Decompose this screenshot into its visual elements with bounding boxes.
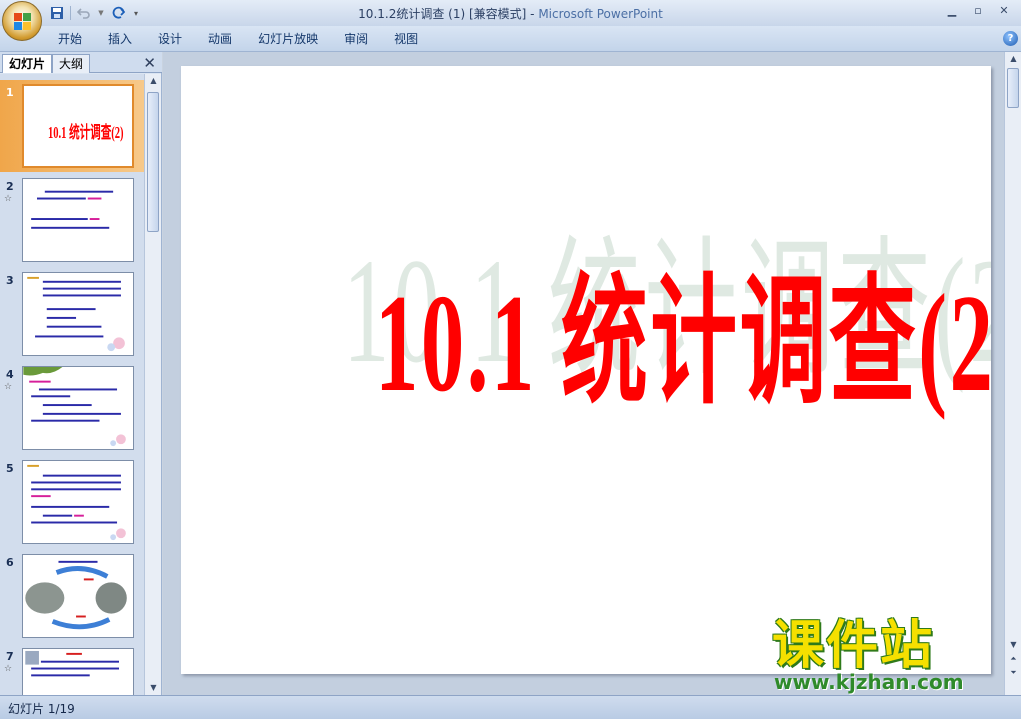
- title-bar: ▼ ▾ 10.1.2统计调查 (1) [兼容模式] - Microsoft Po…: [0, 0, 1021, 26]
- slide-thumbnail-image: [22, 366, 134, 450]
- thumb-title: 10.1 统计调查(2): [48, 123, 124, 142]
- office-button[interactable]: [2, 1, 42, 41]
- status-bar: 幻灯片 1/19: [0, 695, 1021, 719]
- thumb-graphic: [25, 650, 120, 677]
- slide-thumbnail-image: [22, 178, 134, 262]
- slide-thumbnail-image: [22, 648, 134, 695]
- window-title: 10.1.2统计调查 (1) [兼容模式] - Microsoft PowerP…: [0, 5, 1021, 22]
- maximize-icon[interactable]: ▫: [965, 2, 991, 20]
- scroll-down-icon[interactable]: ▼: [145, 681, 162, 695]
- office-logo-icon: [14, 13, 32, 31]
- thumb-graphic: [31, 190, 114, 229]
- animation-icon: ☆: [4, 382, 13, 392]
- pane-tab-bar: 幻灯片 大纲 ✕: [0, 52, 162, 73]
- tab-home[interactable]: 开始: [45, 26, 95, 52]
- slide-thumbnail-image: [22, 460, 134, 544]
- slide-number: 3: [6, 274, 14, 287]
- previous-slide-icon[interactable]: ⏶: [1005, 652, 1021, 666]
- ribbon-tab-bar: 开始 插入 设计 动画 幻灯片放映 审阅 视图 ?: [0, 26, 1021, 52]
- slide-thumbnail-6[interactable]: 6: [0, 550, 144, 642]
- slide-thumbnail-list: 1 10.1 统计调查(2) 2 ☆ 3 4 ☆ 5 6 7 ☆: [0, 74, 144, 695]
- slides-pane: 幻灯片 大纲 ✕ 1 10.1 统计调查(2) 2 ☆ 3 4 ☆ 5 6 7 …: [0, 52, 162, 695]
- slide-editor: 10.1 统计调查(2) 10.1 统计调查(2): [163, 52, 1004, 695]
- slide-number: 2: [6, 180, 14, 193]
- slide-thumbnail-image: [22, 554, 134, 638]
- thumb-graphic: [27, 464, 126, 541]
- tab-insert[interactable]: 插入: [95, 26, 145, 52]
- tab-slides[interactable]: 幻灯片: [2, 54, 53, 73]
- slide-number: 1: [6, 86, 14, 99]
- slide-number: 5: [6, 462, 14, 475]
- document-name: 10.1.2统计调查 (1) [兼容模式]: [358, 7, 527, 21]
- animation-icon: ☆: [4, 664, 13, 674]
- slide-number: 4: [6, 368, 14, 381]
- slide-thumbnail-5[interactable]: 5: [0, 456, 144, 548]
- editor-scrollbar[interactable]: ▲ ▼ ⏶ ⏷: [1004, 52, 1021, 695]
- thumb-graphic: [27, 276, 125, 352]
- app-name: Microsoft PowerPoint: [538, 7, 663, 21]
- slide-thumbnail-3[interactable]: 3: [0, 268, 144, 360]
- slide-thumbnail-4[interactable]: 4 ☆: [0, 362, 144, 454]
- slide-thumbnail-image: 10.1 统计调查(2): [22, 84, 134, 168]
- slide-thumbnail-2[interactable]: 2 ☆: [0, 174, 144, 266]
- slides-pane-scrollbar[interactable]: ▲ ▼: [144, 74, 161, 695]
- help-icon[interactable]: ?: [1003, 31, 1018, 46]
- watermark-url: www.kjzhan.com: [774, 670, 964, 694]
- slide-number: 7: [6, 650, 14, 663]
- scrollbar-thumb[interactable]: [147, 92, 159, 232]
- tab-slideshow[interactable]: 幻灯片放映: [245, 26, 331, 52]
- slide-counter: 幻灯片 1/19: [8, 702, 75, 716]
- tab-animations[interactable]: 动画: [195, 26, 245, 52]
- close-icon[interactable]: ✕: [143, 54, 156, 72]
- thumb-graphic: [25, 560, 127, 630]
- tab-view[interactable]: 视图: [381, 26, 431, 52]
- watermark: 课件站 www.kjzhan.com: [768, 618, 1004, 696]
- slide-thumbnail-image: [22, 272, 134, 356]
- minimize-icon[interactable]: ▁: [939, 2, 965, 20]
- current-slide[interactable]: 10.1 统计调查(2) 10.1 统计调查(2): [181, 66, 991, 674]
- thumb-graphic: [23, 367, 126, 447]
- scroll-up-icon[interactable]: ▲: [1005, 52, 1021, 66]
- close-icon[interactable]: ✕: [991, 2, 1017, 20]
- animation-icon: ☆: [4, 194, 13, 204]
- tab-outline[interactable]: 大纲: [52, 54, 91, 73]
- slide-number: 6: [6, 556, 14, 569]
- watermark-text: 课件站: [772, 616, 935, 676]
- slide-thumbnail-1[interactable]: 1 10.1 统计调查(2): [0, 80, 144, 172]
- slide-thumbnail-7[interactable]: 7 ☆: [0, 644, 144, 695]
- slide-title[interactable]: 10.1 统计调查(2): [375, 274, 991, 414]
- tab-review[interactable]: 审阅: [331, 26, 381, 52]
- ribbon-tabs: 开始 插入 设计 动画 幻灯片放映 审阅 视图: [45, 26, 431, 52]
- scroll-up-icon[interactable]: ▲: [145, 74, 162, 88]
- window-controls: ▁ ▫ ✕: [939, 2, 1017, 20]
- next-slide-icon[interactable]: ⏷: [1005, 666, 1021, 680]
- tab-design[interactable]: 设计: [145, 26, 195, 52]
- scrollbar-thumb[interactable]: [1007, 68, 1019, 108]
- scroll-down-icon[interactable]: ▼: [1005, 638, 1021, 652]
- title-separator: -: [526, 7, 539, 21]
